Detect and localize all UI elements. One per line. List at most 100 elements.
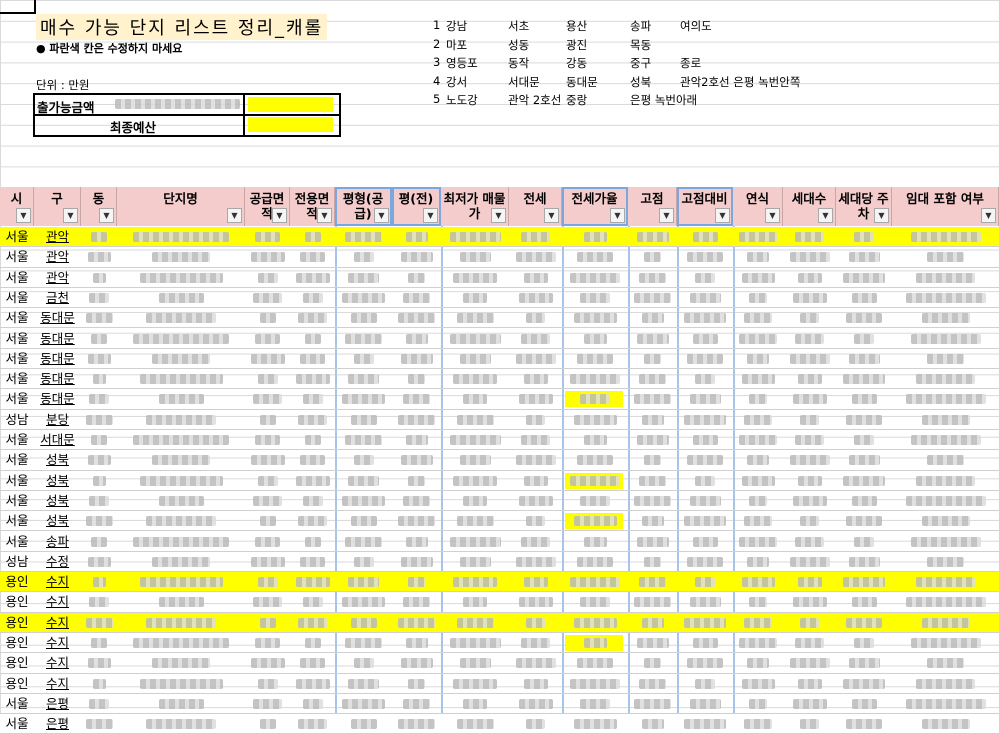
column-header[interactable]: 연식 ▼ <box>733 187 783 226</box>
table-row[interactable]: 용인 수지 <box>0 633 999 654</box>
district-cell[interactable]: 동대문 <box>34 329 81 348</box>
region-name[interactable]: 동대문 <box>566 74 598 90</box>
city-cell[interactable]: 서울 <box>0 471 34 490</box>
table-row[interactable]: 서울 은평 <box>0 694 999 715</box>
region-name[interactable]: 관악 2호선 <box>508 92 561 108</box>
city-cell[interactable]: 서울 <box>0 430 34 449</box>
column-header[interactable]: 전용면적 ▼ <box>290 187 335 226</box>
table-row[interactable]: 서울 관악 <box>0 247 999 268</box>
city-cell[interactable]: 용인 <box>0 613 34 632</box>
region-name[interactable]: 중랑 <box>566 92 587 108</box>
column-header[interactable]: 평(전) ▼ <box>392 187 441 226</box>
filter-dropdown-icon[interactable]: ▼ <box>818 208 833 223</box>
column-header[interactable]: 고점대비 ▼ <box>677 187 733 226</box>
filter-dropdown-icon[interactable]: ▼ <box>765 208 780 223</box>
filter-dropdown-icon[interactable]: ▼ <box>227 208 242 223</box>
region-name[interactable]: 용산 <box>566 18 587 34</box>
column-header[interactable]: 세대수 ▼ <box>783 187 836 226</box>
city-cell[interactable]: 서울 <box>0 349 34 368</box>
table-row[interactable]: 서울 성북 <box>0 511 999 532</box>
district-cell[interactable]: 동대문 <box>34 349 81 368</box>
column-header[interactable]: 단지명 ▼ <box>117 187 245 226</box>
column-header[interactable]: 세대당 주차 ▼ <box>836 187 892 226</box>
region-name[interactable]: 서초 <box>508 18 529 34</box>
column-header[interactable]: 최저가 매물가 ▼ <box>441 187 509 226</box>
region-number[interactable]: 1 <box>433 18 440 32</box>
table-row[interactable]: 성남 분당 <box>0 410 999 430</box>
district-cell[interactable]: 수지 <box>34 633 81 652</box>
city-cell[interactable]: 서울 <box>0 714 34 733</box>
district-cell[interactable]: 분당 <box>34 410 81 429</box>
region-name[interactable]: 여의도 <box>680 18 712 34</box>
column-header[interactable]: 전세가율 ▼ <box>562 187 628 226</box>
region-name[interactable]: 중구 <box>630 55 651 71</box>
district-cell[interactable]: 동대문 <box>34 389 81 408</box>
city-cell[interactable]: 서울 <box>0 450 34 469</box>
unit-text[interactable]: 단위 : 만원 <box>36 77 90 93</box>
region-name[interactable]: 은평 녹번아래 <box>630 92 697 108</box>
column-header[interactable]: 공급면적 ▼ <box>245 187 290 226</box>
note-text[interactable]: ● 파란색 칸은 수정하지 마세요 <box>36 40 182 56</box>
city-cell[interactable]: 서울 <box>0 511 34 530</box>
filter-dropdown-icon[interactable]: ▼ <box>491 208 506 223</box>
city-cell[interactable]: 성남 <box>0 410 34 429</box>
region-name[interactable]: 강서 <box>446 74 467 90</box>
district-cell[interactable]: 수지 <box>34 613 81 632</box>
column-header[interactable]: 구 ▼ <box>34 187 81 226</box>
city-cell[interactable]: 서울 <box>0 288 34 307</box>
region-name[interactable]: 성동 <box>508 37 529 53</box>
filter-dropdown-icon[interactable]: ▼ <box>874 208 889 223</box>
table-row[interactable]: 용인 수지 <box>0 592 999 613</box>
filter-dropdown-icon[interactable]: ▼ <box>272 208 287 223</box>
budget-value-cell[interactable] <box>248 97 333 112</box>
region-number[interactable]: 4 <box>433 74 440 88</box>
city-cell[interactable]: 서울 <box>0 308 34 327</box>
region-name[interactable]: 영등포 <box>446 55 478 71</box>
region-name[interactable]: 노도강 <box>446 92 478 108</box>
district-cell[interactable]: 동대문 <box>34 308 81 327</box>
table-row[interactable]: 서울 은평 <box>0 714 999 734</box>
region-name[interactable]: 마포 <box>446 37 467 53</box>
column-header[interactable]: 시 ▼ <box>0 187 34 226</box>
table-row[interactable]: 서울 동대문 <box>0 349 999 370</box>
city-cell[interactable]: 용인 <box>0 674 34 693</box>
city-cell[interactable]: 성남 <box>0 552 34 571</box>
filter-dropdown-icon[interactable]: ▼ <box>659 208 674 223</box>
region-name[interactable]: 서대문 <box>508 74 540 90</box>
table-row[interactable]: 서울 성북 <box>0 491 999 512</box>
city-cell[interactable]: 용인 <box>0 572 34 591</box>
table-row[interactable]: 서울 성북 <box>0 450 999 471</box>
region-number[interactable]: 5 <box>433 92 440 106</box>
table-row[interactable]: 용인 수지 <box>0 612 999 633</box>
city-cell[interactable]: 용인 <box>0 633 34 652</box>
available-amount-label[interactable]: 출가능금액 <box>37 97 95 116</box>
district-cell[interactable]: 수정 <box>34 552 81 571</box>
city-cell[interactable]: 서울 <box>0 532 34 551</box>
city-cell[interactable]: 서울 <box>0 369 34 388</box>
table-row[interactable]: 용인 수지 <box>0 674 999 694</box>
table-row[interactable]: 서울 동대문 <box>0 369 999 390</box>
district-cell[interactable]: 성북 <box>34 491 81 510</box>
region-name[interactable]: 성북 <box>630 74 651 90</box>
region-name[interactable]: 강동 <box>566 55 587 71</box>
table-row[interactable]: 서울 성북 <box>0 471 999 491</box>
region-name[interactable]: 목동 <box>630 37 651 53</box>
district-cell[interactable]: 관악 <box>34 227 81 246</box>
city-cell[interactable]: 서울 <box>0 227 34 246</box>
city-cell[interactable]: 서울 <box>0 268 34 287</box>
city-cell[interactable]: 용인 <box>0 592 34 611</box>
filter-dropdown-icon[interactable]: ▼ <box>423 208 438 223</box>
table-row[interactable]: 서울 서대문 <box>0 430 999 451</box>
filter-dropdown-icon[interactable]: ▼ <box>317 208 332 223</box>
district-cell[interactable]: 수지 <box>34 674 81 693</box>
filter-dropdown-icon[interactable]: ▼ <box>63 208 78 223</box>
region-number[interactable]: 3 <box>433 55 440 69</box>
city-cell[interactable]: 서울 <box>0 247 34 266</box>
table-row[interactable]: 서울 관악 <box>0 227 999 248</box>
table-row[interactable]: 서울 동대문 <box>0 308 999 329</box>
table-row[interactable]: 서울 관악 <box>0 268 999 288</box>
city-cell[interactable]: 서울 <box>0 389 34 408</box>
district-cell[interactable]: 서대문 <box>34 430 81 449</box>
district-cell[interactable]: 관악 <box>34 247 81 266</box>
region-number[interactable]: 2 <box>433 37 440 51</box>
